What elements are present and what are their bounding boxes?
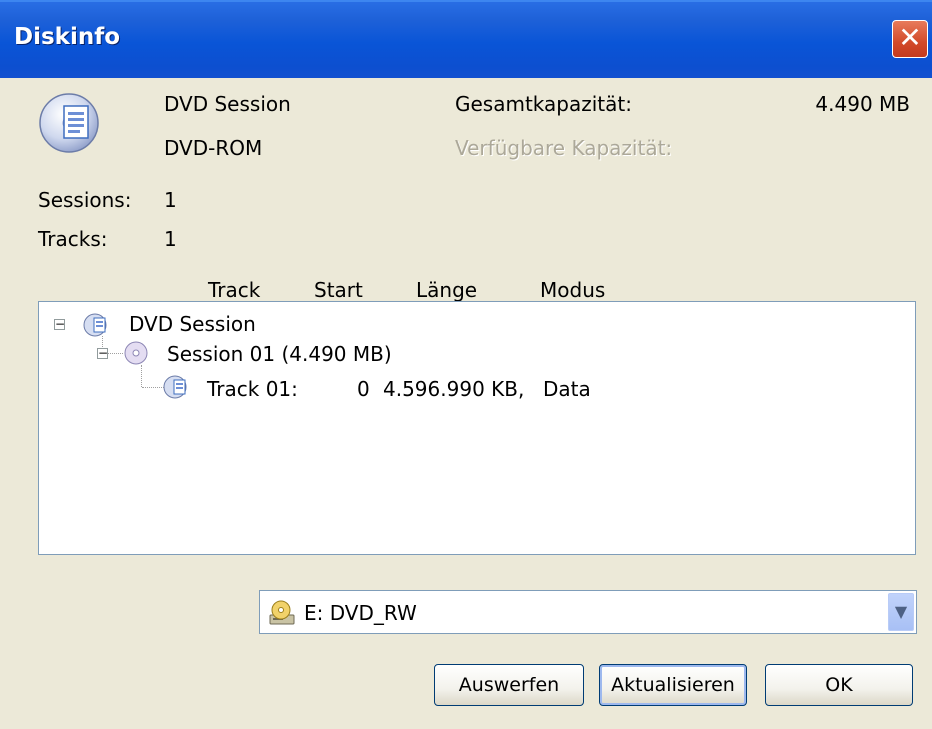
collapse-icon[interactable]: − [54,318,65,330]
track-tree-view[interactable]: − DVD Session − Session 01 (4.490 MB) Tr… [38,301,916,555]
sessions-value: 1 [164,188,177,212]
eject-button[interactable]: Auswerfen [434,664,584,706]
drive-select-value: E: DVD_RW [304,601,417,625]
tracks-value: 1 [164,227,177,251]
disc-info-icon [39,93,99,153]
window-title: Diskinfo [14,24,121,50]
column-header-start: Start [314,278,363,302]
chevron-down-icon: ▼ [894,602,908,621]
diskinfo-dialog: Diskinfo ✕ DVD Session DVD-ROM Gesamtkap… [0,0,932,729]
refresh-button[interactable]: Aktualisieren [599,664,747,706]
close-button[interactable]: ✕ [892,20,928,58]
drive-select[interactable]: E: DVD_RW ▼ [259,590,917,634]
disc-name: DVD Session [164,92,291,116]
dvd-session-icon [83,313,107,337]
track-mode: Data [543,377,591,401]
sessions-label: Sessions: [38,188,132,212]
collapse-icon[interactable]: − [97,347,108,359]
total-capacity-value: 4.490 MB [815,92,910,116]
track-name[interactable]: Track 01: [207,377,298,401]
total-capacity-label: Gesamtkapazität: [455,92,632,116]
track-start: 0 [357,377,370,401]
available-capacity-label: Verfügbare Kapazität: [455,136,673,160]
title-bar[interactable]: Diskinfo ✕ [0,0,932,78]
cd-session-icon [124,341,148,365]
tracks-label: Tracks: [38,227,108,251]
column-header-length: Länge [416,278,478,302]
tree-root-label[interactable]: DVD Session [129,312,256,336]
ok-button[interactable]: OK [765,664,913,706]
column-header-mode: Modus [540,278,606,302]
track-icon [163,375,187,399]
column-header-track: Track [208,278,261,302]
track-length: 4.596.990 KB, [383,377,525,401]
drive-icon [269,600,295,625]
close-icon: ✕ [898,21,922,54]
disc-type: DVD-ROM [164,136,263,160]
tree-session-label[interactable]: Session 01 (4.490 MB) [167,342,392,366]
dropdown-button[interactable]: ▼ [888,593,914,631]
